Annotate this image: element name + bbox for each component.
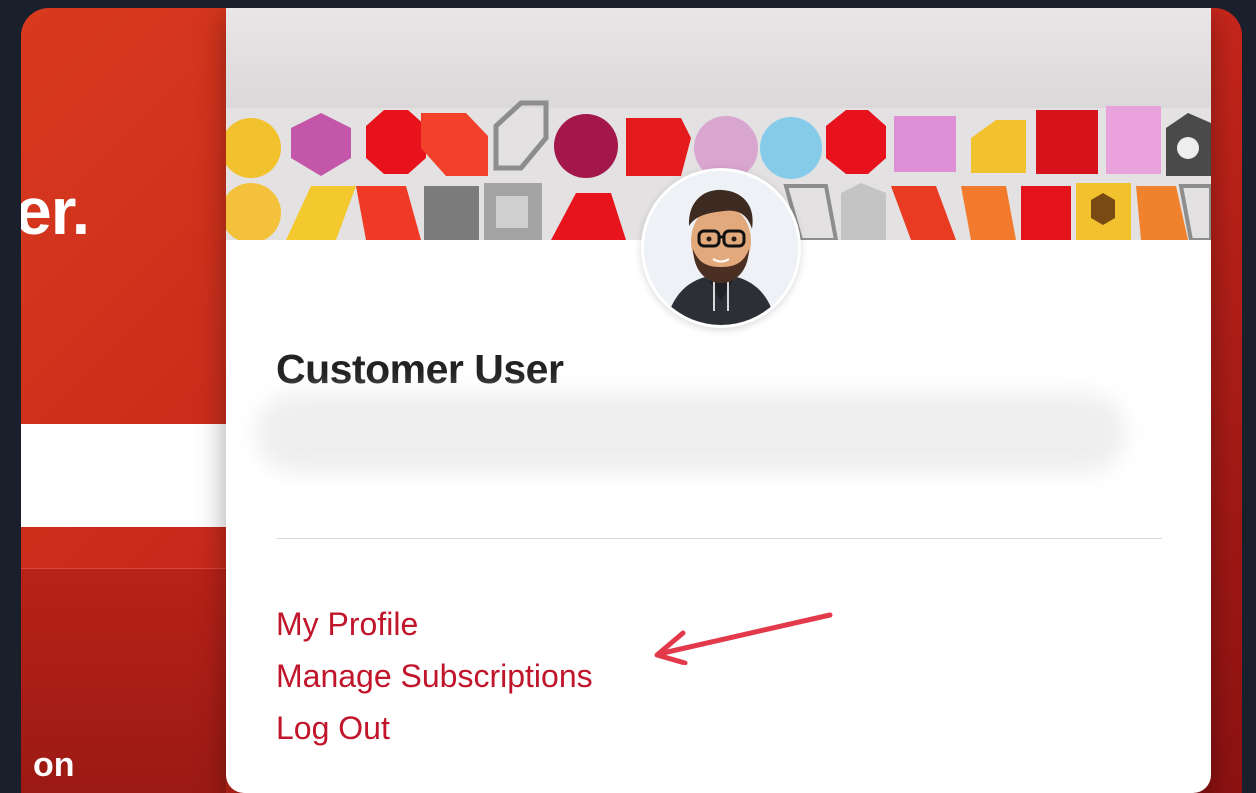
profile-dropdown-card: Customer User My Profile Manage Subscrip… [226,8,1211,793]
log-out-link[interactable]: Log Out [276,710,390,746]
profile-menu: My Profile Manage Subscriptions Log Out [276,598,593,754]
menu-item-my-profile: My Profile [276,598,593,650]
user-avatar [641,168,801,328]
profile-name: Customer User [276,346,564,392]
manage-subscriptions-link[interactable]: Manage Subscriptions [276,658,593,694]
my-profile-link[interactable]: My Profile [276,606,418,642]
app-window: er. on Customer User My Profile Manage S… [21,8,1242,793]
menu-item-manage-subscriptions: Manage Subscriptions [276,650,593,702]
redacted-user-details [256,393,1126,473]
annotation-arrow-icon [654,612,833,665]
background-footer-text: on [33,746,75,784]
menu-item-log-out: Log Out [276,702,593,754]
menu-divider [276,538,1162,539]
background-input-field[interactable] [21,424,226,527]
background-heading: er. [21,174,90,248]
